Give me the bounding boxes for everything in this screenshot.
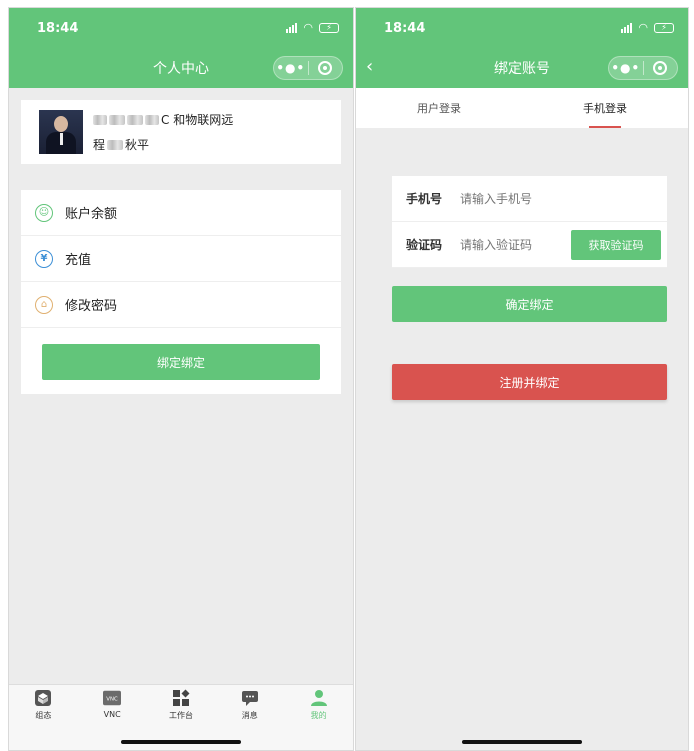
status-bar: 18:44 ◠ ⚡: [356, 8, 688, 48]
profile-card[interactable]: C 和物联网远 程 秋平: [21, 100, 341, 164]
redacted-text: [93, 114, 107, 125]
code-input[interactable]: [460, 237, 570, 252]
system-icons: ◠ ⚡: [286, 21, 339, 34]
more-icon[interactable]: •●•: [609, 61, 643, 75]
tab-label: VNC: [103, 710, 121, 719]
signal-icon: [621, 22, 633, 33]
vnc-icon: VNC: [103, 689, 122, 707]
avatar: [39, 110, 83, 154]
phone-row: 手机号: [392, 176, 667, 222]
home-indicator[interactable]: [462, 740, 582, 744]
name-suffix: 秋平: [125, 138, 150, 152]
miniprogram-capsule: •●•: [273, 56, 343, 80]
menu-item-change-password[interactable]: ⌂ 修改密码: [21, 282, 341, 328]
tab-label: 消息: [241, 711, 258, 720]
target-icon: [653, 61, 668, 75]
more-icon[interactable]: •●•: [274, 61, 308, 75]
nav-bar: ‹ 绑定账号 •●•: [356, 48, 688, 88]
wifi-icon: ◠: [638, 21, 648, 34]
close-miniprogram-button[interactable]: [309, 61, 343, 75]
close-miniprogram-button[interactable]: [644, 61, 678, 75]
status-time: 18:44: [37, 21, 79, 36]
bind-button[interactable]: 绑定绑定: [42, 344, 320, 380]
confirm-bind-button[interactable]: 确定绑定: [392, 286, 667, 322]
tab-messages[interactable]: 消息: [215, 689, 284, 729]
menu-item-label: 账户余额: [65, 207, 118, 222]
screenshot: 18:44 ◠ ⚡ 个人中心 •●• C 和物联网远 程 秋平 ☺ 账户余额 ¥…: [0, 0, 694, 751]
lock-icon: ⌂: [35, 295, 53, 314]
tab-mine[interactable]: 我的: [284, 689, 353, 729]
profile-company: C 和物联网远: [93, 111, 233, 128]
code-row: 验证码 获取验证码: [392, 222, 667, 268]
wifi-icon: ◠: [303, 21, 313, 34]
vnc-badge-text: VNC: [106, 697, 118, 703]
battery-charging-icon: ⚡: [319, 22, 339, 33]
tab-user-login[interactable]: 用户登录: [356, 88, 522, 128]
cube-icon: [34, 689, 52, 707]
code-label: 验证码: [406, 238, 443, 252]
phone-label: 手机号: [406, 192, 443, 206]
chat-icon: [241, 689, 259, 707]
signal-icon: [286, 22, 298, 33]
tab-workbench[interactable]: 工作台: [147, 689, 216, 729]
status-time: 18:44: [384, 21, 426, 36]
redacted-text: [107, 139, 124, 150]
name-prefix: 程: [93, 138, 106, 152]
redacted-text: [127, 114, 143, 125]
back-chevron-icon[interactable]: ‹: [366, 58, 373, 76]
status-bar: 18:44 ◠ ⚡: [9, 8, 353, 48]
home-indicator[interactable]: [121, 740, 241, 744]
menu-card: ☺ 账户余额 ¥ 充值 ⌂ 修改密码 绑定绑定: [21, 190, 341, 394]
tab-label: 工作台: [168, 711, 193, 720]
page-title: 绑定账号: [494, 61, 550, 77]
login-tabs: 用户登录 手机登录: [356, 88, 688, 128]
phone-input[interactable]: [460, 191, 570, 206]
menu-item-label: 充值: [65, 253, 92, 268]
user-circle-icon: ☺: [35, 203, 53, 222]
tab-label: 我的: [310, 711, 327, 720]
profile-info: C 和物联网远 程 秋平: [93, 111, 233, 153]
get-code-button[interactable]: 获取验证码: [571, 230, 661, 260]
tab-zutai[interactable]: 组态: [9, 689, 78, 729]
page-title: 个人中心: [153, 61, 209, 77]
register-and-bind-button[interactable]: 注册并绑定: [392, 364, 667, 400]
tab-label: 组态: [35, 711, 52, 720]
bind-account-screen: 18:44 ◠ ⚡ ‹ 绑定账号 •●• 用户登录 手机登录 手机号 请输入手机…: [355, 7, 689, 751]
person-icon: [310, 689, 328, 707]
company-name-visible: C 和物联网远: [161, 113, 234, 127]
tab-vnc[interactable]: VNC VNC: [78, 689, 147, 729]
tab-bar: 组态 VNC VNC 工作台 消息 我的: [9, 684, 353, 750]
redacted-text: [145, 114, 159, 125]
personal-center-screen: 18:44 ◠ ⚡ 个人中心 •●• C 和物联网远 程 秋平 ☺ 账户余额 ¥…: [8, 7, 354, 751]
profile-name: 程 秋平: [93, 136, 233, 153]
system-icons: ◠ ⚡: [621, 21, 674, 34]
nav-bar: 个人中心 •●•: [9, 48, 353, 88]
phone-bind-form: 手机号 验证码 获取验证码: [392, 176, 667, 268]
battery-charging-icon: ⚡: [654, 22, 674, 33]
menu-item-recharge[interactable]: ¥ 充值: [21, 236, 341, 282]
yen-icon: ¥: [35, 249, 53, 268]
menu-item-label: 修改密码: [65, 299, 118, 314]
menu-item-balance[interactable]: ☺ 账户余额: [21, 190, 341, 236]
grid-icon: [172, 689, 190, 707]
redacted-text: [109, 114, 125, 125]
miniprogram-capsule: •●•: [608, 56, 678, 80]
target-icon: [318, 61, 333, 75]
tab-phone-login[interactable]: 手机登录: [522, 88, 688, 128]
